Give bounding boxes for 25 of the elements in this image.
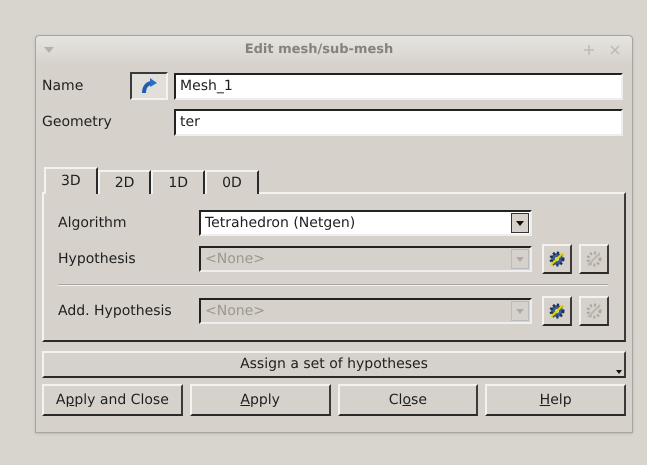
dialog-button[interactable]: Help xyxy=(485,384,626,416)
tab[interactable]: 0D xyxy=(205,170,259,194)
curved-arrow-icon xyxy=(140,77,158,95)
field-label: Hypothesis xyxy=(58,250,137,268)
dropdown[interactable]: Tetrahedron (Netgen) xyxy=(199,210,532,236)
name-input-field[interactable]: Mesh_1 xyxy=(174,72,623,100)
field-label: Algorithm xyxy=(58,214,128,232)
dialog-button[interactable]: Close xyxy=(338,384,478,416)
gear-icon xyxy=(585,250,603,268)
tab[interactable]: 1D xyxy=(151,170,206,194)
tab[interactable]: 3D xyxy=(44,167,98,194)
caret-icon xyxy=(616,370,622,374)
geometry-input-field[interactable]: ter xyxy=(174,108,623,136)
field-label: Geometry xyxy=(42,112,113,132)
field-label: Add. Hypothesis xyxy=(58,302,173,320)
field-label: Name xyxy=(42,76,84,96)
gear-icon xyxy=(585,302,603,320)
gear-icon xyxy=(548,302,566,320)
assign-hypotheses-button[interactable]: Assign a set of hypotheses xyxy=(42,351,626,378)
tab[interactable]: 2D xyxy=(98,170,152,194)
window-title: Edit mesh/sub-mesh xyxy=(244,42,394,57)
dialog-button[interactable]: Apply xyxy=(190,384,330,416)
dialog-button[interactable]: Apply and Close xyxy=(42,384,183,416)
gear-icon xyxy=(548,250,566,268)
select-button[interactable] xyxy=(130,72,168,100)
